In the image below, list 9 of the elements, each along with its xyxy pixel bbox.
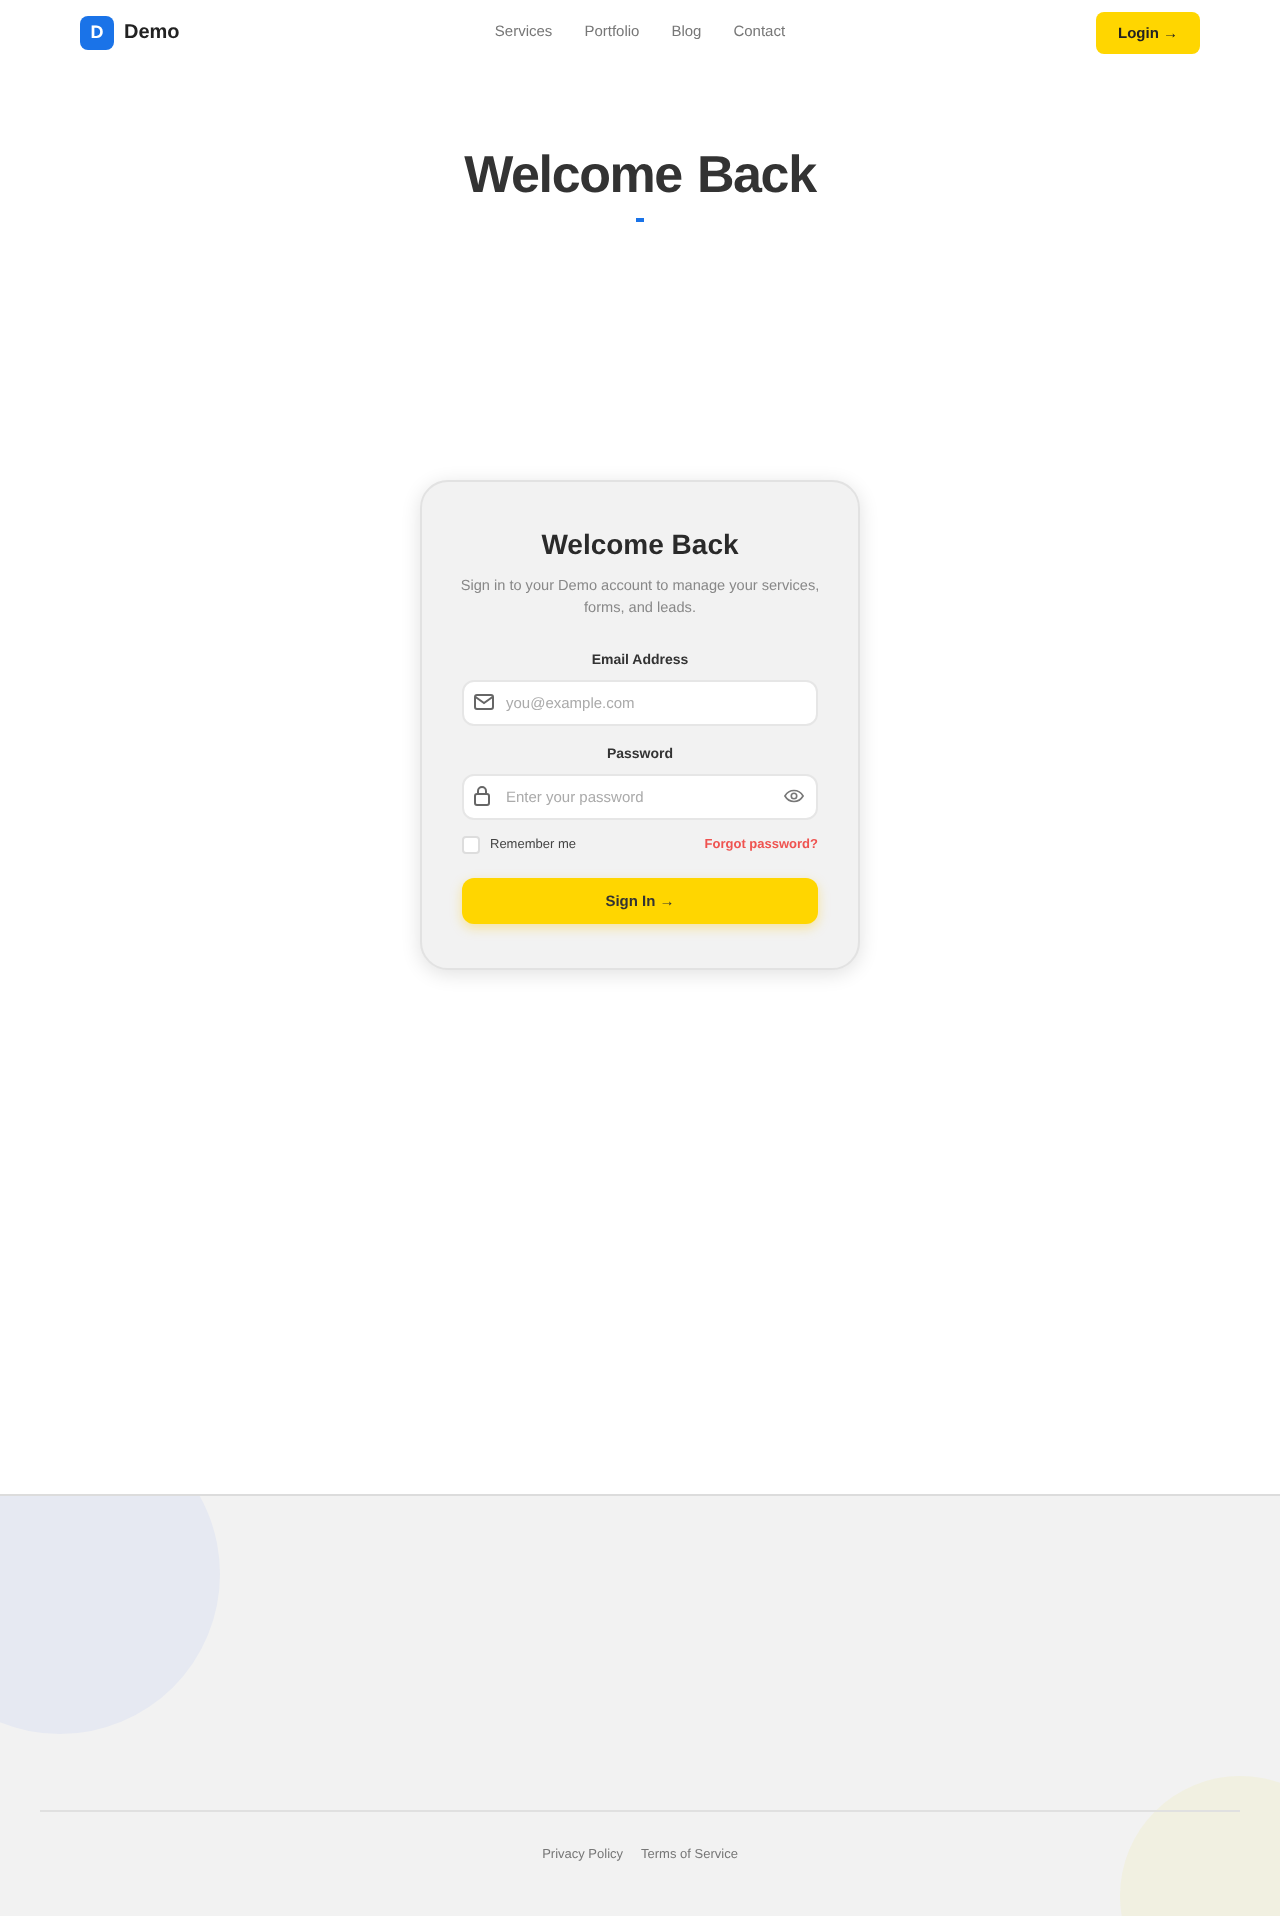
title-accent-dash xyxy=(636,218,644,222)
logo-badge[interactable]: D xyxy=(80,15,114,49)
brand-name[interactable]: Demo xyxy=(124,21,180,43)
lock-icon xyxy=(474,786,490,806)
remember-checkbox[interactable] xyxy=(462,836,480,854)
mail-icon xyxy=(474,694,494,710)
hero-title: Welcome Back xyxy=(464,144,816,204)
eye-icon[interactable] xyxy=(784,789,804,803)
card-title: Welcome Back xyxy=(539,526,741,562)
